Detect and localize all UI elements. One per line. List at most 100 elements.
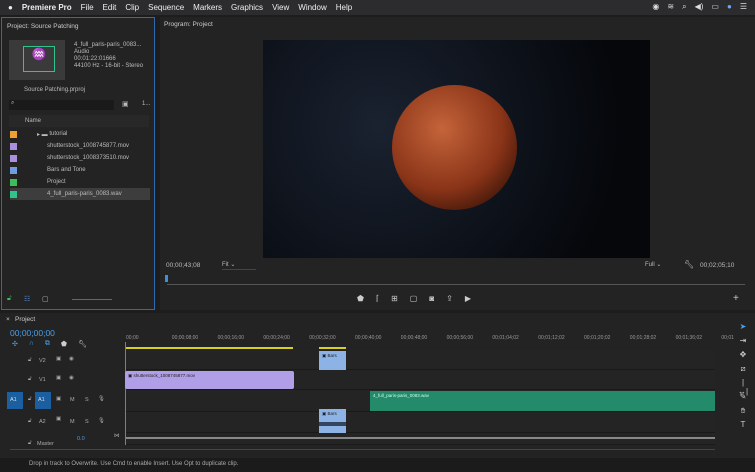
timeline-close-icon[interactable]: × — [6, 316, 10, 323]
notification-icon[interactable]: ☰ — [740, 2, 747, 12]
ripple-edit-icon[interactable]: ✥ — [738, 350, 748, 359]
list-view-icon[interactable]: ☷ — [24, 295, 30, 303]
track-v2[interactable] — [125, 350, 715, 370]
track-label-v2[interactable]: V2 — [39, 358, 46, 364]
safe-margins-icon[interactable]: ▢ — [410, 294, 418, 303]
track-master[interactable] — [125, 433, 715, 445]
timeline-zoom-scrollbar[interactable] — [10, 449, 715, 450]
list-item[interactable]: Bars and Tone — [10, 164, 150, 176]
track-a2[interactable] — [125, 412, 715, 433]
linked-icon[interactable]: ⧉ — [45, 340, 50, 348]
mars-image — [392, 85, 517, 210]
trim-icon[interactable]: ⊞ — [391, 294, 398, 303]
new-bin-icon[interactable]: ▣ — [122, 100, 129, 108]
volume-icon[interactable]: ◀) — [695, 2, 704, 12]
menu-markers[interactable]: Markers — [193, 3, 222, 12]
clip-bars-audio[interactable]: ▣ Bars — [319, 409, 346, 433]
marker-icon[interactable]: ⬟ — [357, 294, 364, 303]
folder-icon: ▸ ▬ — [37, 131, 48, 138]
wifi-icon[interactable]: ≋ — [667, 2, 674, 12]
menu-clip[interactable]: Clip — [125, 3, 139, 12]
list-item[interactable]: ▸ ▬ tutorial — [10, 128, 150, 140]
track-label-a1[interactable]: A1 — [35, 392, 51, 409]
project-panel-title[interactable]: Project: Source Patching — [7, 23, 79, 30]
clip-wav[interactable]: 4_full_paris-paris_0083.wav — [370, 391, 715, 411]
razor-icon[interactable]: ⧄ — [738, 364, 748, 374]
timeline-title[interactable]: Project — [15, 316, 35, 323]
list-item[interactable]: shutterstock_1008745877.mov — [10, 140, 150, 152]
track-label-a2[interactable]: A2 — [39, 419, 46, 425]
mute-button[interactable]: M — [70, 419, 75, 425]
search-icon[interactable]: ⌕ — [682, 2, 686, 12]
selection-tool-icon[interactable]: ➤ — [738, 322, 748, 331]
program-scrubber[interactable] — [167, 284, 745, 285]
search-input[interactable]: ⌕ — [9, 100, 114, 110]
name-column-header[interactable]: Name — [9, 115, 149, 127]
work-area-bar[interactable] — [319, 347, 346, 349]
menu-file[interactable]: File — [81, 3, 94, 12]
sync-icon[interactable]: ▣ — [56, 356, 61, 362]
source-patch-a1[interactable]: A1 — [7, 392, 23, 409]
sync-icon[interactable]: ▣ — [56, 375, 61, 381]
wrench-icon[interactable]: 🔧︎ — [684, 260, 694, 269]
apple-icon[interactable]: ● — [8, 3, 13, 12]
solo-button[interactable]: S — [85, 419, 89, 425]
pen-icon[interactable]: ✎ — [738, 392, 748, 401]
lock-icon[interactable]: 🔓︎ — [28, 440, 32, 447]
track-select-icon[interactable]: ⇥ — [738, 336, 748, 345]
menu-window[interactable]: Window — [298, 3, 326, 12]
lock-icon[interactable]: 🔓︎ — [28, 376, 32, 383]
mute-button[interactable]: M — [70, 397, 75, 403]
menu-view[interactable]: View — [272, 3, 289, 12]
cc-icon[interactable]: ◉ — [652, 2, 659, 12]
program-title[interactable]: Program: Project — [164, 21, 213, 28]
sync-icon[interactable]: ▣ — [56, 396, 61, 402]
marker-icon[interactable]: ⬟ — [61, 340, 67, 348]
mic-icon[interactable]: 🎙︎ — [98, 418, 105, 424]
icon-view-icon[interactable]: ▢ — [42, 295, 49, 303]
clip-bars-video[interactable]: ▣ Bars — [319, 351, 346, 370]
menu-edit[interactable]: Edit — [103, 3, 117, 12]
lock-icon[interactable]: 🔓︎ — [28, 418, 32, 425]
timeline-playhead[interactable] — [125, 342, 126, 445]
go-to-end-icon[interactable]: ⋈ — [114, 433, 120, 439]
work-area-bar[interactable] — [126, 347, 293, 349]
type-tool-icon[interactable]: T — [738, 420, 748, 429]
eye-icon[interactable]: ◉ — [69, 375, 74, 381]
lock-icon[interactable]: 🔓︎ — [28, 357, 32, 364]
snap-icon[interactable]: ∩ — [29, 340, 34, 348]
siri-icon[interactable]: ● — [727, 2, 732, 12]
menu-help[interactable]: Help — [336, 3, 352, 12]
lock-icon[interactable]: 🔓︎ — [7, 295, 12, 303]
battery-icon[interactable]: ▭ — [711, 2, 719, 12]
zoom-slider[interactable] — [72, 299, 112, 300]
camera-icon[interactable]: ◙ — [429, 294, 434, 303]
menu-sequence[interactable]: Sequence — [148, 3, 184, 12]
mark-in-icon[interactable]: ⌈ — [376, 294, 379, 303]
list-item[interactable]: Project — [10, 176, 150, 188]
fit-dropdown[interactable]: Fit ⌄ — [222, 261, 256, 270]
nest-icon[interactable]: ✣ — [12, 340, 18, 348]
timeline-timecode[interactable]: 00;00;00;00 — [10, 328, 55, 338]
lock-icon[interactable]: 🔓︎ — [28, 396, 32, 403]
hand-icon[interactable]: ✋︎ — [738, 406, 748, 416]
add-button-icon[interactable]: + — [733, 293, 739, 304]
settings-wrench-icon[interactable]: 🔧︎ — [78, 340, 87, 348]
master-volume[interactable]: 0.0 — [77, 436, 85, 442]
sync-icon[interactable]: ▣ — [56, 416, 61, 422]
list-item[interactable]: shutterstock_1008373510.mov — [10, 152, 150, 164]
mic-icon[interactable]: 🎙︎ — [98, 396, 105, 402]
track-label-v1[interactable]: V1 — [39, 377, 46, 383]
menu-graphics[interactable]: Graphics — [231, 3, 263, 12]
playhead-timecode[interactable]: 00;00;43;08 — [166, 262, 200, 269]
clip-shutterstock[interactable]: ▣ shutterstock_1008745877.mov — [125, 371, 294, 389]
quality-dropdown[interactable]: Full ⌄ — [645, 261, 677, 268]
menu-app[interactable]: Premiere Pro — [22, 3, 72, 12]
export-icon[interactable]: ⇪ — [446, 294, 453, 303]
solo-button[interactable]: S — [85, 397, 89, 403]
program-playhead[interactable] — [165, 275, 168, 282]
preview-thumbnail[interactable]: ♒ — [9, 40, 65, 80]
list-item-selected[interactable]: 4_full_paris-paris_0083.wav — [10, 188, 150, 200]
play-icon[interactable]: ▶ — [465, 294, 471, 303]
eye-icon[interactable]: ◉ — [69, 356, 74, 362]
